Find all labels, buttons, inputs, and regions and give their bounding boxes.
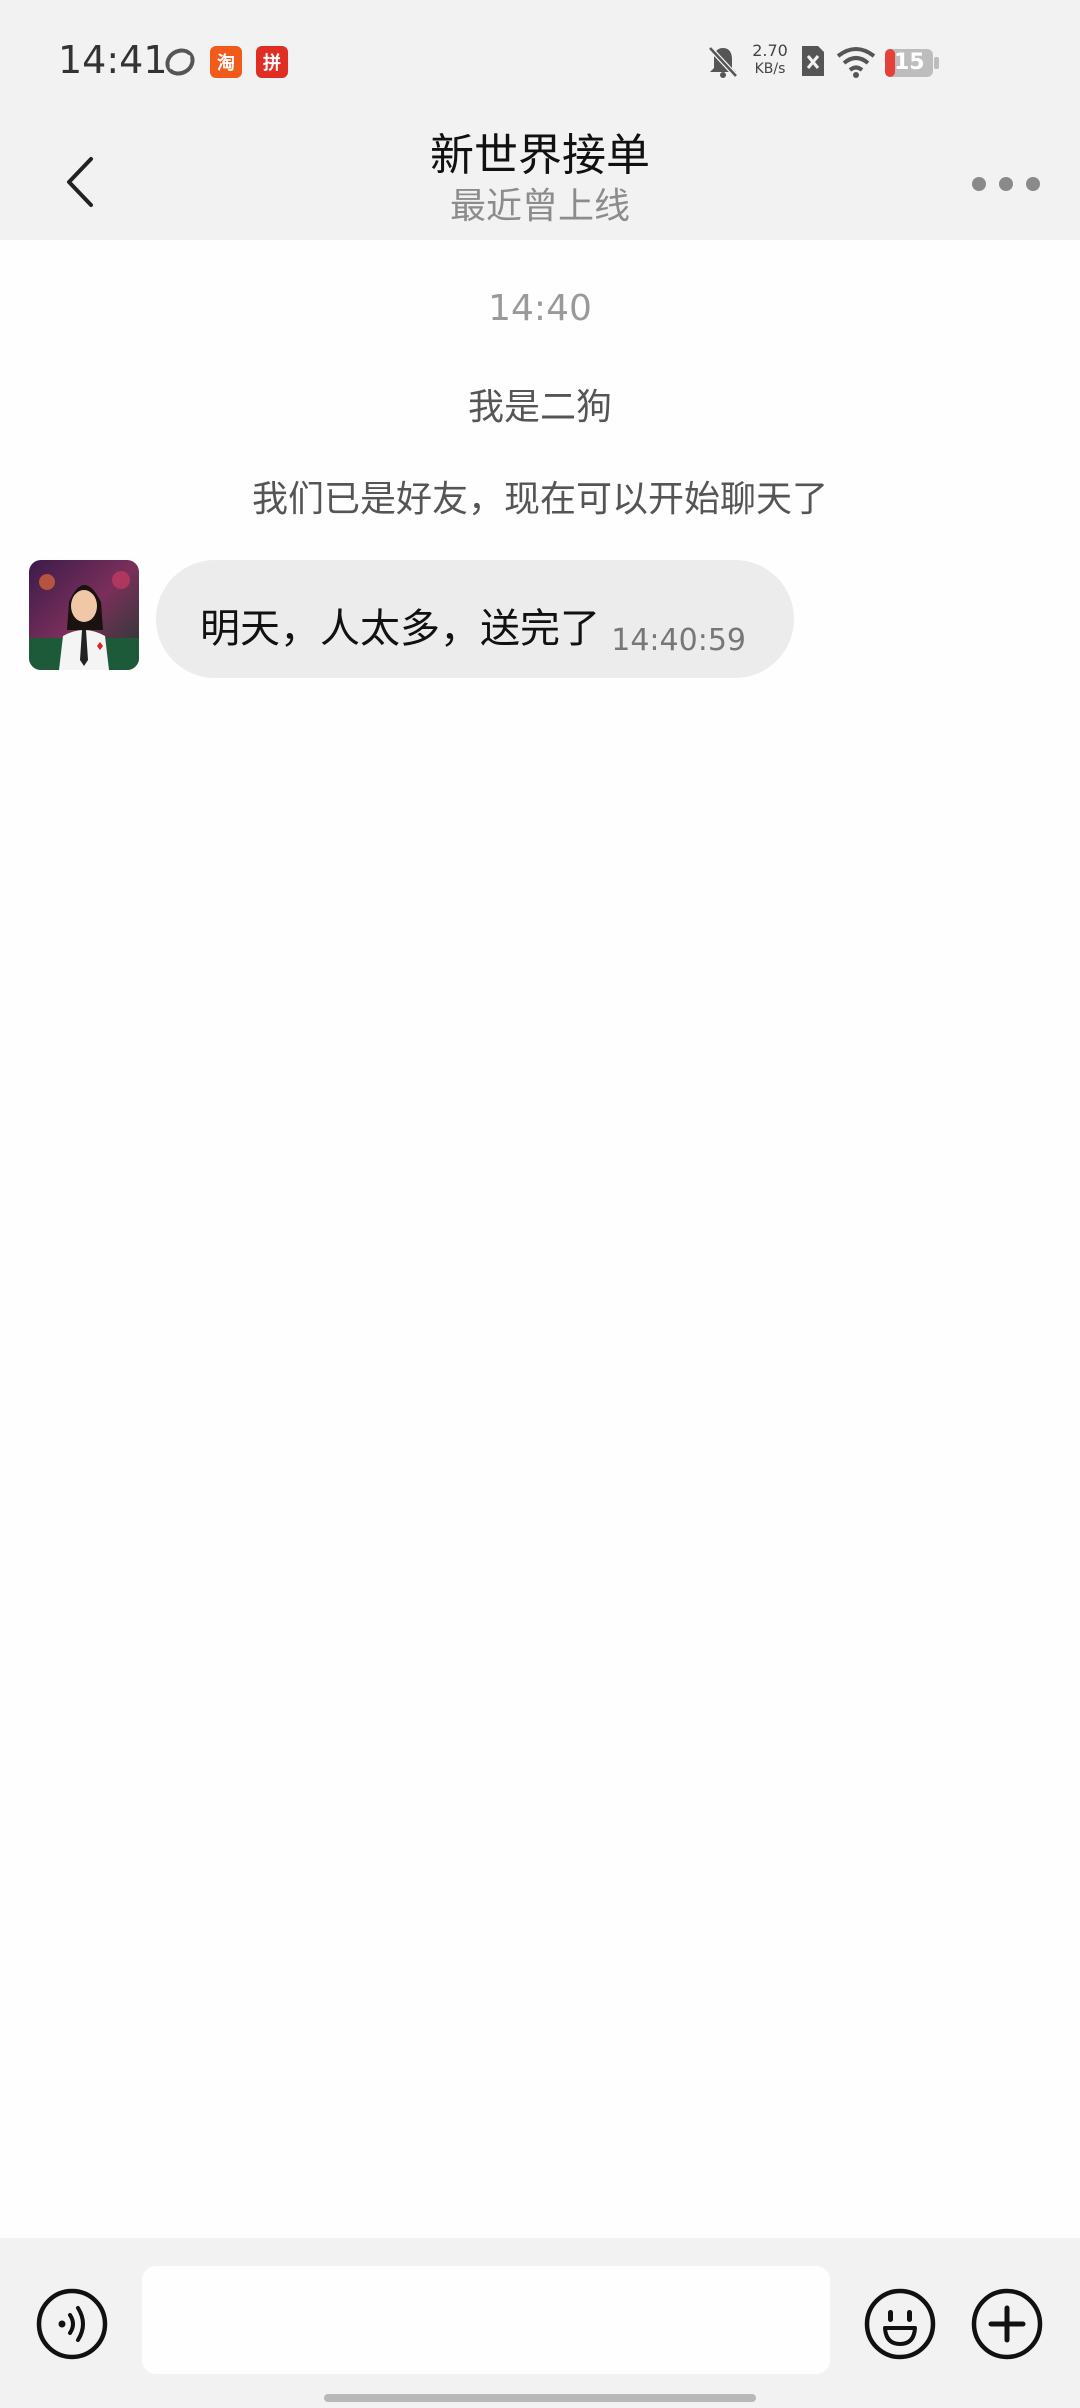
status-time: 14:41 [58, 38, 168, 82]
pinduoduo-app-icon: 拼 [256, 46, 288, 78]
chat-header: 新世界接单 最近曾上线 [0, 126, 1080, 240]
emoji-icon [864, 2288, 936, 2360]
more-options-button[interactable] [960, 156, 1052, 212]
message-time: 14:40:59 [611, 623, 746, 658]
home-indicator[interactable] [324, 2394, 756, 2402]
network-speed-value: 2.70 [752, 41, 788, 60]
emoji-button[interactable] [864, 2288, 936, 2360]
plus-icon [971, 2288, 1043, 2360]
swirl-app-icon [164, 46, 196, 78]
voice-input-button[interactable] [36, 2288, 108, 2360]
network-speed: 2.70 KB/s [750, 42, 790, 78]
system-message: 我们已是好友，现在可以开始聊天了 [251, 479, 828, 520]
mute-bell-icon [706, 44, 740, 80]
input-bar [0, 2238, 1080, 2408]
add-attachment-button[interactable] [971, 2288, 1043, 2360]
message-bubble[interactable]: 明天，人太多，送完了 14:40:59 [156, 560, 794, 678]
more-dot-icon [972, 177, 986, 191]
more-dot-icon [999, 177, 1013, 191]
chat-title[interactable]: 新世界接单 [0, 126, 1080, 186]
message-list[interactable]: 14:40 我是二狗 我们已是好友，现在可以开始聊天了 明天，人太多，送完了 1… [0, 240, 1080, 2238]
battery-icon: 15 [884, 48, 940, 78]
message-text: 明天，人太多，送完了 [200, 606, 600, 652]
wifi-icon [836, 46, 876, 78]
network-speed-unit: KB/s [754, 61, 786, 77]
battery-level: 15 [894, 50, 925, 75]
chat-screen: 14:41 淘 拼 2.70 KB/s 15 新世界接单 最近曾上线 14:40… [0, 0, 1080, 2408]
online-status: 最近曾上线 [449, 186, 630, 227]
message-input[interactable] [142, 2266, 830, 2374]
status-bar: 14:41 淘 拼 2.70 KB/s 15 [0, 0, 1080, 126]
sim-none-icon [800, 44, 826, 78]
voice-icon [36, 2288, 108, 2360]
chat-timestamp: 14:40 [488, 288, 592, 329]
more-dot-icon [1026, 177, 1040, 191]
contact-avatar[interactable] [29, 560, 139, 670]
system-message: 我是二狗 [467, 387, 612, 428]
taobao-app-icon: 淘 [210, 46, 242, 78]
